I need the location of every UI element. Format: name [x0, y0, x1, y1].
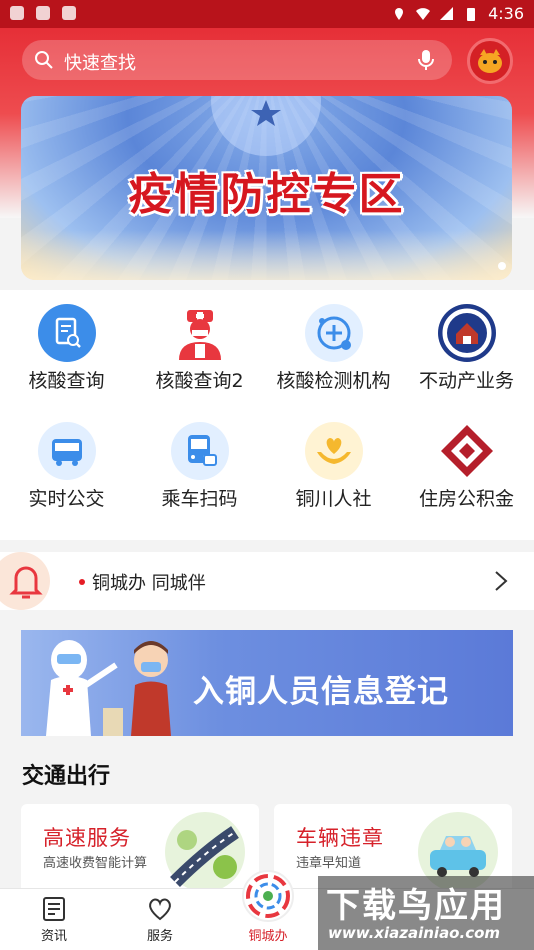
chevron-right-icon[interactable] — [494, 570, 508, 592]
status-bar: 4:36 — [0, 0, 534, 28]
epidemic-banner[interactable]: 疫情防控专区 — [21, 96, 512, 280]
card-title: 车辆违章 — [296, 826, 384, 850]
watermark-overlay: 下载鸟应用 www.xiazainiao.com — [318, 876, 534, 950]
watermark-title: 下载鸟应用 — [326, 886, 506, 926]
highway-illustration-icon — [165, 812, 245, 892]
service-housing-fund[interactable]: 住房公积金 — [400, 408, 533, 528]
signal-icon — [440, 6, 454, 20]
notification-icon — [36, 6, 50, 20]
card-highway-service[interactable]: 高速服务 高速收费智能计算 — [21, 804, 259, 894]
service-label: 核酸查询2 — [155, 370, 244, 392]
service-real-estate[interactable]: 不动产业务 — [400, 290, 533, 410]
notification-icon — [62, 6, 76, 20]
card-title: 高速服务 — [43, 826, 131, 850]
service-nucleic-acid-query-2[interactable]: 核酸查询2 — [133, 290, 266, 410]
service-label: 核酸查询 — [28, 370, 105, 392]
banner-title: 疫情防控专区 — [128, 169, 405, 220]
notice-dot — [79, 579, 85, 585]
card-subtitle: 违章早知道 — [296, 856, 362, 871]
search-placeholder[interactable]: 快速查找 — [64, 49, 136, 75]
service-tongchuan-social-security[interactable]: 铜川人社 — [267, 408, 400, 528]
bus-scan-icon — [171, 422, 229, 480]
notice-bar[interactable]: 铜城办 同城伴 — [0, 552, 534, 610]
service-realtime-bus[interactable]: 实时公交 — [0, 408, 133, 528]
search-bar[interactable]: 快速查找 — [22, 40, 452, 80]
service-testing-institutions[interactable]: 核酸检测机构 — [267, 290, 400, 410]
real-estate-registration-icon — [438, 304, 496, 362]
card-subtitle: 高速收费智能计算 — [43, 856, 148, 871]
bell-icon — [9, 566, 43, 599]
heart-icon — [149, 898, 171, 921]
test-institution-icon — [305, 304, 363, 362]
tab-label: 资讯 — [40, 929, 67, 944]
registration-banner[interactable]: 入铜人员信息登记 — [21, 630, 513, 736]
tab-services[interactable]: 服务 — [120, 889, 200, 950]
status-notification-icons — [10, 6, 76, 20]
battery-icon — [467, 7, 476, 21]
tab-label: 服务 — [146, 929, 173, 944]
search-icon — [35, 51, 53, 69]
service-label: 铜川人社 — [295, 488, 372, 510]
document-search-icon — [38, 304, 96, 362]
tab-label: 铜城办 — [248, 929, 288, 944]
service-label: 乘车扫码 — [161, 488, 238, 510]
medical-worker-illustration — [46, 640, 171, 736]
watermark-url: www.xiazainiao.com — [328, 924, 501, 942]
wifi-icon — [416, 7, 431, 20]
services-grid: 核酸查询 核酸查询2 核酸检测机构 不动产业务 实时公交 乘车扫码 铜川人社 住… — [0, 290, 534, 540]
status-time: 4:36 — [488, 4, 524, 23]
notification-icon — [10, 6, 24, 20]
bell-icon-background — [0, 552, 50, 610]
service-label: 实时公交 — [28, 488, 105, 510]
microphone-icon[interactable] — [414, 48, 438, 72]
heart-hands-icon — [305, 422, 363, 480]
housing-fund-logo-icon — [438, 422, 496, 480]
bus-icon — [38, 422, 96, 480]
banner-clouds-decoration — [21, 230, 512, 280]
registration-title: 入铜人员信息登记 — [193, 674, 449, 710]
service-bus-scan[interactable]: 乘车扫码 — [133, 408, 266, 528]
nurse-icon — [171, 304, 229, 362]
status-right: 4:36 — [392, 4, 524, 23]
section-title-transport: 交通出行 — [22, 764, 111, 789]
service-label: 核酸检测机构 — [276, 370, 391, 392]
mascot-avatar-button[interactable] — [467, 38, 513, 84]
news-icon — [43, 897, 65, 921]
tab-news[interactable]: 资讯 — [14, 889, 94, 950]
tongchuan-logo-icon[interactable] — [242, 870, 294, 922]
carousel-indicator[interactable] — [498, 262, 506, 270]
location-icon — [395, 7, 404, 20]
service-label: 不动产业务 — [418, 370, 514, 392]
service-label: 住房公积金 — [418, 488, 514, 510]
service-nucleic-acid-query[interactable]: 核酸查询 — [0, 290, 133, 410]
mascot-icon — [478, 49, 502, 73]
star-icon — [251, 100, 281, 126]
notice-text[interactable]: 铜城办 同城伴 — [92, 569, 206, 595]
